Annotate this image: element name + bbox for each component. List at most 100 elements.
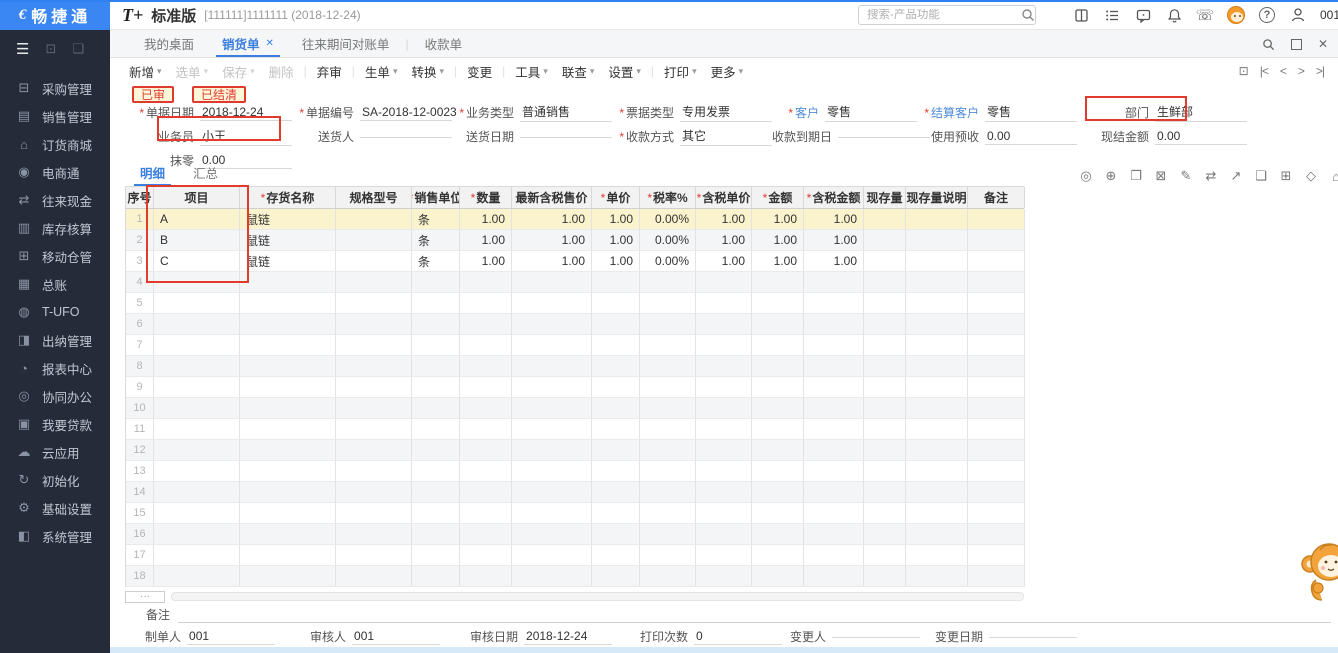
cell-金额[interactable] bbox=[752, 440, 804, 461]
cell-含税单价[interactable] bbox=[696, 503, 752, 524]
table-row[interactable]: 18 bbox=[126, 566, 1024, 587]
cell-备注[interactable] bbox=[968, 440, 1025, 461]
cell-含税单价[interactable]: 1.00 bbox=[696, 230, 752, 251]
cell-备注[interactable] bbox=[968, 230, 1025, 251]
cell-规格型号[interactable] bbox=[336, 335, 412, 356]
cell-备注[interactable] bbox=[968, 524, 1025, 545]
cell-最新含税售价[interactable] bbox=[512, 503, 592, 524]
bank-icon[interactable]: ⌂ bbox=[1328, 168, 1338, 184]
cell-现存量[interactable] bbox=[864, 566, 906, 587]
footer-field-value[interactable]: 2018-12-24 bbox=[524, 628, 612, 645]
cell-含税金额[interactable] bbox=[804, 524, 864, 545]
menu-hamburger-icon[interactable]: ☰ bbox=[16, 40, 29, 58]
mascot-icon[interactable] bbox=[1227, 6, 1245, 24]
cell-项目[interactable] bbox=[154, 545, 240, 566]
cell-含税单价[interactable]: 1.00 bbox=[696, 251, 752, 272]
cell-销售单位[interactable] bbox=[412, 545, 460, 566]
field-value-送货人[interactable] bbox=[360, 135, 452, 138]
cell-含税单价[interactable] bbox=[696, 440, 752, 461]
sidebar-item-order-mall[interactable]: ⌂订货商城 bbox=[0, 130, 110, 158]
phone-icon[interactable]: ☏ bbox=[1196, 6, 1214, 24]
cell-税率%[interactable] bbox=[640, 419, 696, 440]
cell-含税金额[interactable]: 1.00 bbox=[804, 251, 864, 272]
cell-现存量[interactable] bbox=[864, 545, 906, 566]
cell-项目[interactable] bbox=[154, 335, 240, 356]
cell-现存量说明[interactable] bbox=[906, 419, 968, 440]
sidebar-search-icon[interactable]: ⊡ bbox=[45, 41, 56, 57]
打印-button[interactable]: 打印▾ bbox=[664, 62, 697, 81]
cell-项目[interactable] bbox=[154, 293, 240, 314]
cell-最新含税售价[interactable] bbox=[512, 398, 592, 419]
cell-税率%[interactable] bbox=[640, 461, 696, 482]
table-row[interactable]: 14 bbox=[126, 482, 1024, 503]
cell-现存量说明[interactable] bbox=[906, 545, 968, 566]
field-value-收款方式[interactable]: 其它 bbox=[680, 126, 772, 146]
cell-税率%[interactable]: 0.00% bbox=[640, 230, 696, 251]
cell-最新含税售价[interactable] bbox=[512, 314, 592, 335]
cell-备注[interactable] bbox=[968, 545, 1025, 566]
cell-销售单位[interactable] bbox=[412, 314, 460, 335]
cell-含税金额[interactable] bbox=[804, 293, 864, 314]
cell-项目[interactable] bbox=[154, 272, 240, 293]
cell-存货名称[interactable] bbox=[240, 419, 336, 440]
cell-现存量说明[interactable] bbox=[906, 461, 968, 482]
cell-含税单价[interactable] bbox=[696, 545, 752, 566]
cell-数量[interactable] bbox=[460, 524, 512, 545]
cell-现存量说明[interactable] bbox=[906, 251, 968, 272]
cell-金额[interactable] bbox=[752, 272, 804, 293]
cell-数量[interactable] bbox=[460, 482, 512, 503]
cell-金额[interactable]: 1.00 bbox=[752, 251, 804, 272]
cell-备注[interactable] bbox=[968, 251, 1025, 272]
cell-现存量说明[interactable] bbox=[906, 272, 968, 293]
cell-税率%[interactable] bbox=[640, 377, 696, 398]
sidebar-item-initialization[interactable]: ↻初始化 bbox=[0, 466, 110, 494]
cell-含税金额[interactable] bbox=[804, 566, 864, 587]
cell-金额[interactable] bbox=[752, 524, 804, 545]
cell-存货名称[interactable] bbox=[240, 314, 336, 335]
cell-项目[interactable]: C bbox=[154, 251, 240, 272]
cell-销售单位[interactable] bbox=[412, 503, 460, 524]
cell-存货名称[interactable] bbox=[240, 545, 336, 566]
cell-税率%[interactable] bbox=[640, 314, 696, 335]
cell-税率%[interactable] bbox=[640, 482, 696, 503]
table-row[interactable]: 16 bbox=[126, 524, 1024, 545]
cell-销售单位[interactable]: 条 bbox=[412, 230, 460, 251]
cell-备注[interactable] bbox=[968, 503, 1025, 524]
cell-存货名称[interactable] bbox=[240, 398, 336, 419]
cell-项目[interactable] bbox=[154, 356, 240, 377]
cell-税率%[interactable] bbox=[640, 566, 696, 587]
footer-field-value[interactable] bbox=[989, 635, 1077, 638]
cell-现存量说明[interactable] bbox=[906, 524, 968, 545]
cell-销售单位[interactable] bbox=[412, 335, 460, 356]
task-list-icon[interactable] bbox=[1103, 6, 1121, 24]
location-icon[interactable]: ◎ bbox=[1078, 168, 1094, 184]
cell-数量[interactable] bbox=[460, 503, 512, 524]
sidebar-item-loan[interactable]: ▣我要贷款 bbox=[0, 410, 110, 438]
cell-项目[interactable] bbox=[154, 524, 240, 545]
column-header-销售单位[interactable]: *销售单位 bbox=[412, 187, 460, 208]
cell-税率%[interactable] bbox=[640, 503, 696, 524]
sidebar-item-t-ufo[interactable]: ◍T-UFO bbox=[0, 298, 110, 326]
column-header-金额[interactable]: *金额 bbox=[752, 187, 804, 208]
变更-button[interactable]: 变更 bbox=[467, 62, 492, 81]
cell-存货名称[interactable] bbox=[240, 482, 336, 503]
cell-备注[interactable] bbox=[968, 335, 1025, 356]
cell-单价[interactable] bbox=[592, 293, 640, 314]
cell-规格型号[interactable] bbox=[336, 440, 412, 461]
column-header-规格型号[interactable]: 规格型号 bbox=[336, 187, 412, 208]
cell-金额[interactable] bbox=[752, 398, 804, 419]
cell-含税单价[interactable] bbox=[696, 377, 752, 398]
sidebar-item-purchase[interactable]: ⊟采购管理 bbox=[0, 74, 110, 102]
cell-备注[interactable] bbox=[968, 356, 1025, 377]
column-header-项目[interactable]: 项目 bbox=[154, 187, 240, 208]
cell-现存量说明[interactable] bbox=[906, 209, 968, 230]
cart-exchange-icon[interactable]: ⇄ bbox=[1203, 168, 1219, 184]
cell-项目[interactable] bbox=[154, 461, 240, 482]
notification-bell-icon[interactable] bbox=[1165, 6, 1183, 24]
cell-现存量[interactable] bbox=[864, 209, 906, 230]
delete-row-icon[interactable]: ⊠ bbox=[1153, 168, 1169, 184]
tab-收款单[interactable]: 收款单 bbox=[411, 30, 477, 57]
new-window-icon[interactable]: ❏ bbox=[72, 41, 84, 57]
cell-存货名称[interactable]: 鼠链 bbox=[240, 251, 336, 272]
cell-金额[interactable] bbox=[752, 314, 804, 335]
